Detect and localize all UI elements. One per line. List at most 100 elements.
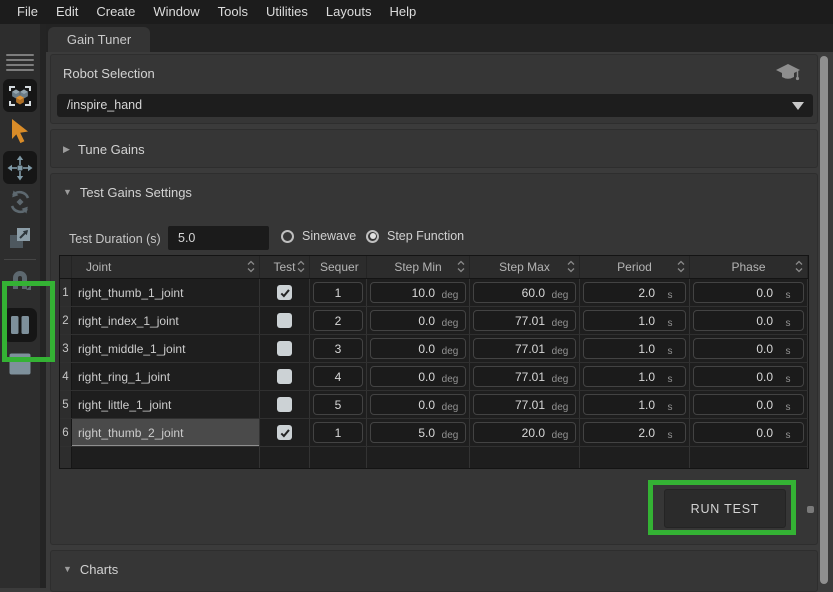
step-min-cell: 5.0deg bbox=[367, 419, 470, 446]
period-field[interactable]: 2.0s bbox=[583, 422, 686, 443]
period-field[interactable]: 1.0s bbox=[583, 338, 686, 359]
period-field[interactable]: 1.0s bbox=[583, 366, 686, 387]
test-cell bbox=[260, 419, 310, 446]
step-min-field[interactable]: 5.0deg bbox=[370, 422, 466, 443]
menu-burger-icon[interactable] bbox=[0, 54, 40, 71]
column-header-step-min[interactable]: Step Min bbox=[367, 256, 470, 278]
radio-step-function-label: Step Function bbox=[387, 229, 464, 243]
tab-gain-tuner[interactable]: Gain Tuner bbox=[48, 27, 150, 52]
period-field[interactable]: 2.0s bbox=[583, 282, 686, 303]
step-max-cell: 77.01deg bbox=[470, 335, 580, 362]
empty-cell bbox=[260, 447, 310, 468]
step-min-field[interactable]: 0.0deg bbox=[370, 338, 466, 359]
step-min-field[interactable]: 10.0deg bbox=[370, 282, 466, 303]
joint-name-cell[interactable]: right_little_1_joint bbox=[72, 391, 260, 418]
menu-bar: FileEditCreateWindowToolsUtilitiesLayout… bbox=[0, 0, 833, 24]
test-checkbox[interactable] bbox=[277, 341, 292, 356]
phase-cell: 0.0s bbox=[690, 391, 808, 418]
menu-item-create[interactable]: Create bbox=[87, 0, 144, 24]
step-max-field[interactable]: 77.01deg bbox=[473, 310, 576, 331]
test-gains-section: ▼ Test Gains Settings Test Duration (s) … bbox=[50, 173, 818, 545]
unit-label: deg bbox=[435, 397, 465, 413]
sequence-cell: 1 bbox=[310, 419, 367, 446]
joint-name-cell[interactable]: right_thumb_1_joint bbox=[72, 279, 260, 306]
phase-field[interactable]: 0.0s bbox=[693, 422, 804, 443]
table-row: 4right_ring_1_joint40.0deg77.01deg1.0s0.… bbox=[60, 363, 808, 391]
test-checkbox[interactable] bbox=[277, 369, 292, 384]
move-tool-icon[interactable] bbox=[0, 151, 40, 184]
period-field[interactable]: 1.0s bbox=[583, 310, 686, 331]
phase-field[interactable]: 0.0s bbox=[693, 310, 804, 331]
tutorial-graduation-cap-icon[interactable] bbox=[775, 62, 801, 89]
unit-label: s bbox=[773, 369, 803, 385]
column-header-step-max[interactable]: Step Max bbox=[470, 256, 580, 278]
sequence-field[interactable]: 3 bbox=[313, 338, 363, 359]
joint-name-cell[interactable]: right_ring_1_joint bbox=[72, 363, 260, 390]
menu-item-window[interactable]: Window bbox=[144, 0, 208, 24]
charts-header[interactable]: ▼ Charts bbox=[51, 551, 817, 587]
test-checkbox[interactable] bbox=[277, 425, 292, 440]
radio-step-function[interactable]: Step Function bbox=[366, 229, 464, 243]
run-test-button[interactable]: RUN TEST bbox=[664, 489, 786, 528]
test-checkbox[interactable] bbox=[277, 313, 292, 328]
phase-field[interactable]: 0.0s bbox=[693, 366, 804, 387]
column-header-sequer[interactable]: Sequer bbox=[310, 256, 367, 278]
test-checkbox[interactable] bbox=[277, 285, 292, 300]
test-gains-header[interactable]: ▼ Test Gains Settings bbox=[51, 174, 817, 210]
snap-magnet-icon[interactable] bbox=[0, 266, 40, 292]
pause-button-icon[interactable] bbox=[0, 308, 40, 342]
column-header-label: Sequer bbox=[320, 260, 359, 274]
collapsed-triangle-icon: ▶ bbox=[63, 144, 70, 155]
menu-item-help[interactable]: Help bbox=[380, 0, 425, 24]
column-header-joint[interactable]: Joint bbox=[72, 256, 260, 278]
sequence-field[interactable]: 1 bbox=[313, 282, 363, 303]
menu-item-layouts[interactable]: Layouts bbox=[317, 0, 381, 24]
phase-cell: 0.0s bbox=[690, 363, 808, 390]
rotate-tool-icon[interactable] bbox=[0, 188, 40, 216]
sequence-field[interactable]: 4 bbox=[313, 366, 363, 387]
step-max-field[interactable]: 77.01deg bbox=[473, 394, 576, 415]
phase-field[interactable]: 0.0s bbox=[693, 394, 804, 415]
phase-field[interactable]: 0.0s bbox=[693, 338, 804, 359]
menu-item-edit[interactable]: Edit bbox=[47, 0, 87, 24]
step-min-field[interactable]: 0.0deg bbox=[370, 310, 466, 331]
joint-name-cell[interactable]: right_middle_1_joint bbox=[72, 335, 260, 362]
sequence-field[interactable]: 1 bbox=[313, 422, 363, 443]
cursor-select-icon[interactable] bbox=[0, 117, 40, 146]
tune-gains-title: Tune Gains bbox=[78, 142, 145, 157]
scale-tool-icon[interactable] bbox=[0, 225, 40, 251]
menu-item-file[interactable]: File bbox=[8, 0, 47, 24]
stop-button-icon[interactable] bbox=[0, 352, 40, 376]
period-field[interactable]: 1.0s bbox=[583, 394, 686, 415]
menu-item-utilities[interactable]: Utilities bbox=[257, 0, 317, 24]
column-header-period[interactable]: Period bbox=[580, 256, 690, 278]
phase-cell: 0.0s bbox=[690, 419, 808, 446]
step-min-field[interactable]: 0.0deg bbox=[370, 366, 466, 387]
vertical-scrollbar[interactable] bbox=[820, 56, 828, 584]
sequence-field[interactable]: 2 bbox=[313, 310, 363, 331]
joint-name-cell[interactable]: right_thumb_2_joint bbox=[72, 419, 260, 446]
select-prims-icon[interactable] bbox=[0, 79, 40, 112]
step-max-field[interactable]: 60.0deg bbox=[473, 282, 576, 303]
unit-label: deg bbox=[435, 285, 465, 301]
sequence-field[interactable]: 5 bbox=[313, 394, 363, 415]
step-max-field[interactable]: 77.01deg bbox=[473, 338, 576, 359]
test-duration-input[interactable]: 5.0 bbox=[168, 226, 269, 250]
menu-item-tools[interactable]: Tools bbox=[209, 0, 257, 24]
step-max-field[interactable]: 77.01deg bbox=[473, 366, 576, 387]
phase-value: 0.0 bbox=[694, 426, 773, 440]
sort-arrows-icon bbox=[297, 260, 305, 276]
column-header-test[interactable]: Test bbox=[260, 256, 310, 278]
step-max-value: 77.01 bbox=[474, 342, 545, 356]
tune-gains-header[interactable]: ▶ Tune Gains bbox=[51, 130, 817, 169]
radio-circle-selected-icon bbox=[366, 230, 379, 243]
radio-sinewave[interactable]: Sinewave bbox=[281, 229, 356, 243]
test-checkbox[interactable] bbox=[277, 397, 292, 412]
table-header: JointTest Sequer Step MinStep MaxPeriodPha… bbox=[60, 256, 808, 279]
joint-name-cell[interactable]: right_index_1_joint bbox=[72, 307, 260, 334]
robot-dropdown[interactable]: /inspire_hand bbox=[57, 94, 813, 117]
column-header-phase[interactable]: Phase bbox=[690, 256, 808, 278]
phase-field[interactable]: 0.0s bbox=[693, 282, 804, 303]
step-max-field[interactable]: 20.0deg bbox=[473, 422, 576, 443]
step-min-field[interactable]: 0.0deg bbox=[370, 394, 466, 415]
